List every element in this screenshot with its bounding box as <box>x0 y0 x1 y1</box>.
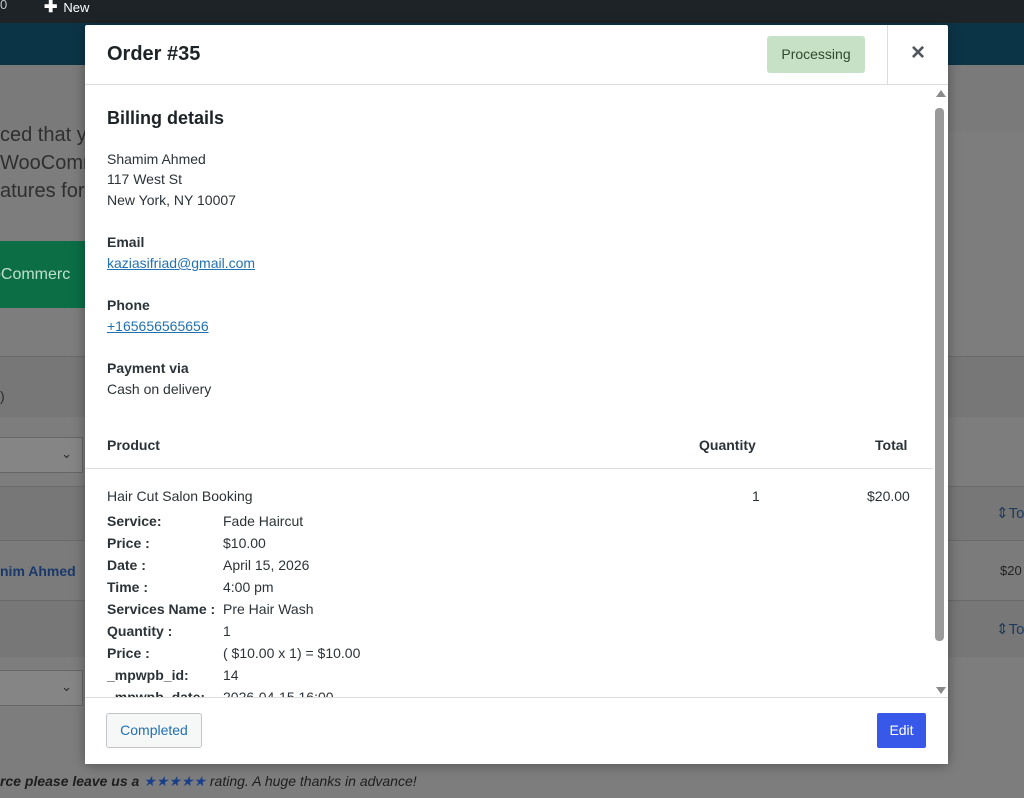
email-link[interactable]: kaziasifriad@gmail.com <box>107 255 255 271</box>
admin-bar: 0 ✚ New <box>0 0 1024 23</box>
billing-address-2: New York, NY 10007 <box>107 192 236 208</box>
total-column-footer[interactable]: ⇕To <box>996 620 1024 638</box>
order-preview-modal: Order #35 Processing × Billing details S… <box>85 25 948 764</box>
notice-action-button[interactable]: oCommerc <box>0 241 86 308</box>
billing-address-1: 117 West St <box>107 171 182 187</box>
scroll-down-icon[interactable] <box>936 687 946 694</box>
edit-button[interactable]: Edit <box>877 713 926 748</box>
new-label: New <box>63 0 90 15</box>
modal-footer: Completed Edit <box>85 697 948 764</box>
modal-body: Billing details Shamim Ahmed 117 West St… <box>85 85 933 697</box>
bulk-action-select[interactable]: ⌄ <box>0 437 83 473</box>
close-button[interactable]: × <box>887 25 949 84</box>
modal-title: Order #35 <box>107 43 201 65</box>
order-total-cell: $20 <box>1000 563 1022 578</box>
billing-heading: Billing details <box>107 108 225 128</box>
comments-count[interactable]: 0 <box>0 0 7 12</box>
item-total: $20.00 <box>867 488 910 504</box>
table-divider <box>85 468 933 469</box>
filter-text: ) <box>0 388 5 404</box>
modal-header: Order #35 Processing × <box>85 25 948 85</box>
rating-stars-link[interactable]: ★★★★★ <box>143 773 206 789</box>
notice-line-3: atures for <box>0 180 85 202</box>
close-icon: × <box>911 39 926 66</box>
billing-name: Shamim Ahmed <box>107 151 206 167</box>
phone-label: Phone <box>107 297 150 313</box>
plus-icon: ✚ <box>44 0 58 16</box>
status-badge: Processing <box>767 36 865 73</box>
completed-button[interactable]: Completed <box>106 713 202 748</box>
bulk-action-select-bottom[interactable]: ⌄ <box>0 670 83 706</box>
phone-link[interactable]: +165656565656 <box>107 318 209 334</box>
payment-method: Cash on delivery <box>107 381 212 397</box>
item-quantity: 1 <box>752 488 760 504</box>
col-quantity: Quantity <box>699 437 756 453</box>
total-column-header[interactable]: ⇕To <box>996 504 1024 522</box>
new-content-button[interactable]: ✚ New <box>44 0 89 17</box>
col-product: Product <box>107 437 160 453</box>
chevron-down-icon: ⌄ <box>61 679 72 694</box>
item-name: Hair Cut Salon Booking <box>107 488 253 504</box>
rating-footnote: rce please leave us a ★★★★★ rating. A hu… <box>0 773 417 789</box>
scroll-up-icon[interactable] <box>936 90 946 97</box>
col-total: Total <box>875 437 908 453</box>
email-label: Email <box>107 234 145 250</box>
payment-label: Payment via <box>107 360 189 376</box>
chevron-down-icon: ⌄ <box>61 446 72 461</box>
customer-link[interactable]: nim Ahmed <box>0 563 76 579</box>
notice-line-1: ced that y <box>0 124 87 146</box>
modal-scrollbar[interactable] <box>933 85 948 697</box>
scrollbar-thumb[interactable] <box>935 108 944 641</box>
